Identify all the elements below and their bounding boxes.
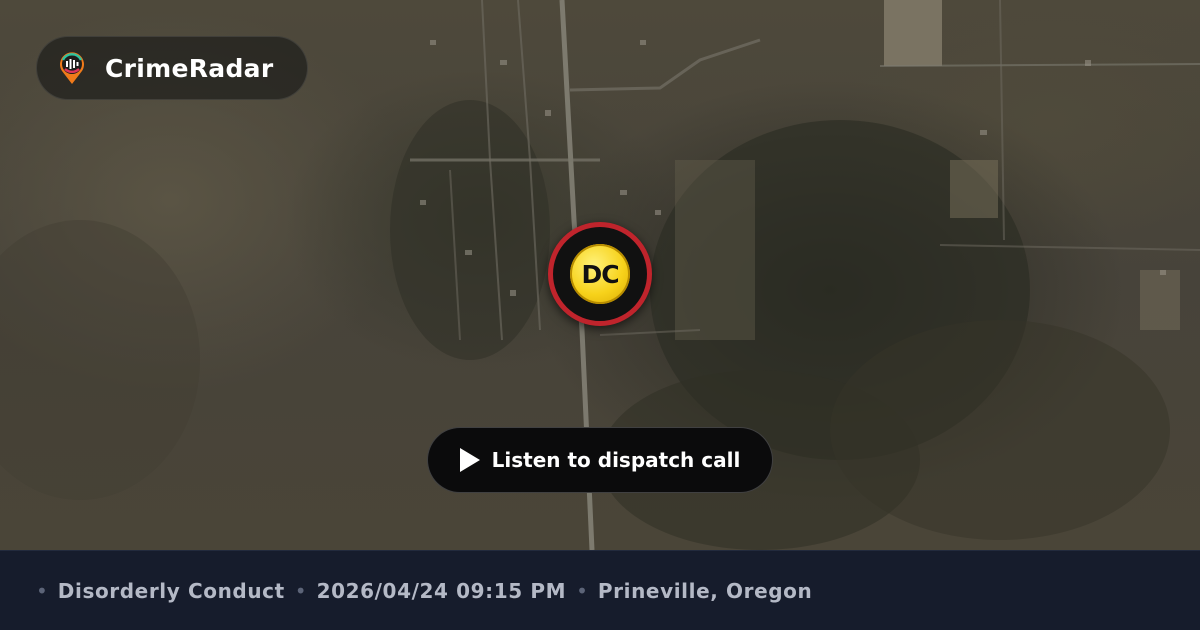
incident-badge-code: DC: [581, 259, 619, 289]
incident-location: Prineville, Oregon: [597, 578, 813, 603]
incident-badge: DC: [570, 244, 630, 304]
separator-dot: •: [294, 578, 307, 603]
separator-dot: •: [576, 578, 588, 603]
incident-info-bar: • Disorderly Conduct • 2026/04/24 09:15 …: [0, 550, 1200, 630]
play-icon: [459, 448, 480, 472]
listen-dispatch-label: Listen to dispatch call: [491, 448, 741, 472]
incident-datetime: 2026/04/24 09:15 PM: [316, 578, 567, 603]
brand-name: CrimeRadar: [105, 53, 274, 83]
separator-dot: •: [36, 578, 48, 603]
brand-pill[interactable]: CrimeRadar: [36, 36, 308, 100]
listen-dispatch-button[interactable]: Listen to dispatch call: [427, 427, 773, 493]
radar-pin-icon: [60, 52, 84, 84]
incident-marker[interactable]: DC: [548, 222, 652, 326]
incident-type: Disorderly Conduct: [57, 578, 285, 603]
